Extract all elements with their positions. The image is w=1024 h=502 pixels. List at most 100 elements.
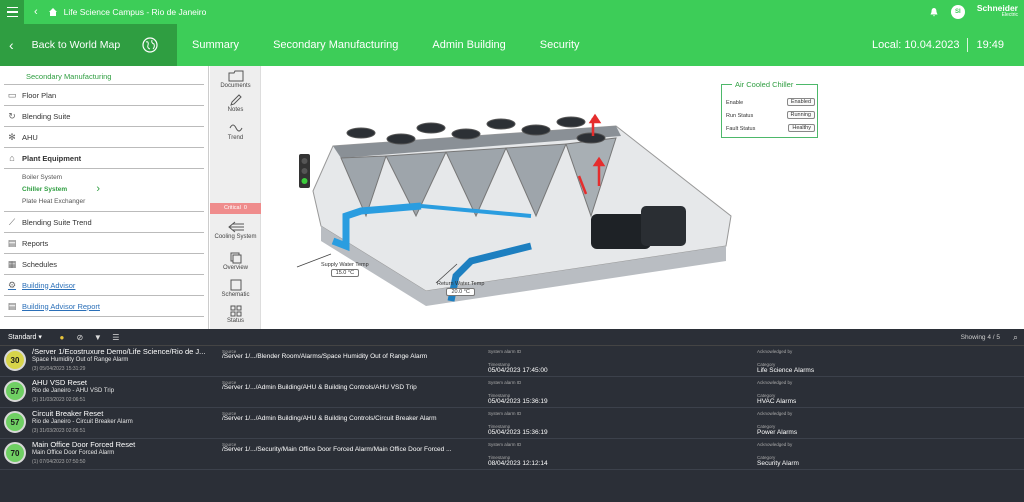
filter-icon[interactable]: ▼ (92, 331, 104, 343)
trend-button[interactable]: Trend (210, 121, 261, 141)
documents-label: Documents (220, 83, 251, 89)
alarm-panel: Standard ▾ ● ⊘ ▼ ☰ Showing 4 / 5 ⌕ 30 /S… (0, 329, 1024, 502)
schedule-icon: ▦ (7, 258, 17, 269)
square-icon (230, 279, 241, 291)
return-water-label: Return Water Temp (437, 281, 485, 287)
sidebar-subitem-boiler-system[interactable]: Boiler System (22, 172, 204, 184)
site-title: Life Science Campus - Rio de Janeiro (63, 7, 207, 17)
sidebar-item-label: Reports (22, 238, 49, 248)
sidebar-item-label: Floor Plan (22, 90, 57, 100)
sidebar-subitem-plate-heat-exchanger[interactable]: Plate Heat Exchanger (22, 196, 204, 208)
fault-status-value[interactable]: Healthy (788, 124, 815, 132)
sidebar-item-label: Plant Equipment (22, 153, 82, 163)
alarm-source: /Server 1/.../Security/Main Office Door … (222, 446, 452, 453)
back-to-world-map-button[interactable]: ‹ Back to World Map (0, 24, 177, 66)
alarm-toolbar: Standard ▾ ● ⊘ ▼ ☰ (0, 329, 1024, 346)
cooling-system-label: Cooling System (214, 234, 257, 240)
fan-icon: ✻ (8, 131, 16, 142)
sidebar-item-building-advisor-report[interactable]: ▤ Building Advisor Report (4, 296, 204, 317)
ack-label: Acknowledged by (757, 380, 793, 385)
copy-icon (230, 252, 241, 264)
alarm-source: /Server 1/.../Blender Room/Alarms/Space … (222, 353, 428, 360)
sidebar-item-label: Blending Suite (22, 111, 71, 121)
tab-secondary-manufacturing[interactable]: Secondary Manufacturing (273, 39, 398, 51)
local-time: 19:49 (976, 39, 1004, 51)
schematic-label: Schematic (221, 292, 250, 298)
critical-badge[interactable]: Critical 0 (210, 203, 261, 214)
report-icon: ▤ (7, 300, 17, 311)
view-dropdown[interactable]: Standard ▾ (8, 333, 42, 341)
sidebar: Secondary Manufacturing ▭ Floor Plan ↻ Ble… (0, 66, 209, 329)
system-id-label: System alarm ID (488, 349, 522, 354)
acknowledge-icon[interactable]: ● (56, 331, 68, 343)
tab-admin-building[interactable]: Admin Building (432, 39, 505, 51)
fault-status-row: Fault Status Healthy (726, 124, 815, 132)
priority-badge: 57 (4, 411, 26, 433)
plant-equipment-submenu: Boiler System Chiller System › Plate Heat… (4, 169, 204, 212)
alarm-meta: (3) 31/03/2023 02:06:51 (32, 397, 86, 403)
tab-security[interactable]: Security (540, 39, 580, 51)
documents-button[interactable]: Documents (210, 69, 261, 89)
enable-value[interactable]: Enabled (786, 98, 815, 106)
system-id-label: System alarm ID (488, 442, 522, 447)
chiller-title: Air Cooled Chiller (732, 80, 797, 89)
sidebar-item-floor-plan[interactable]: ▭ Floor Plan (4, 85, 204, 106)
search-icon[interactable]: ⌕ (1013, 332, 1018, 343)
divider (967, 38, 969, 52)
priority-badge: 57 (4, 380, 26, 402)
alarm-timestamp: 05/04/2023 17:45:00 (488, 367, 548, 374)
columns-icon[interactable]: ☰ (110, 331, 122, 343)
sidebar-item-blending-suite[interactable]: ↻ Blending Suite (4, 106, 204, 127)
alarm-row[interactable]: 57 AHU VSD Reset Rio de Janeiro - AHU VS… (0, 377, 1024, 408)
sidebar-item-ahu[interactable]: ✻ AHU (4, 127, 204, 148)
alarm-title: AHU VSD Reset (32, 378, 88, 387)
run-status-value[interactable]: Running (786, 111, 815, 119)
sidebar-item-building-advisor[interactable]: ⚙ Building Advisor (4, 275, 204, 296)
floor-plan-icon: ▭ (7, 89, 17, 100)
bell-icon[interactable] (929, 7, 939, 17)
sidebar-item-label: Building Advisor (22, 280, 76, 290)
sidebar-item-reports[interactable]: ▤ Reports (4, 233, 204, 254)
chevron-left-icon: ‹ (9, 37, 14, 53)
alarm-row[interactable]: 30 /Server 1/Ecostruxure Demo/Life Scien… (0, 346, 1024, 377)
view-dropdown-label: Standard (8, 334, 37, 341)
alarm-category: Security Alarm (757, 460, 799, 467)
enable-row: Enable Enabled (726, 98, 815, 106)
chevron-right-icon: › (96, 183, 100, 195)
report-icon: ▤ (7, 237, 17, 248)
sidebar-item-plant-equipment[interactable]: ⌂ Plant Equipment (4, 148, 204, 169)
cooling-system-button[interactable]: Cooling System (210, 220, 261, 240)
home-icon[interactable] (48, 7, 58, 17)
wave-icon (229, 124, 242, 132)
run-status-row: Run Status Running (726, 111, 815, 119)
notes-button[interactable]: Notes (210, 93, 261, 113)
sidebar-item-blending-suite-trend[interactable]: ⟋ Blending Suite Trend (4, 212, 204, 233)
ack-label: Acknowledged by (757, 442, 793, 447)
return-water-value: 20.0 °C (446, 288, 475, 296)
chevron-left-icon[interactable]: ‹ (34, 6, 38, 18)
sidebar-item-label: Building Advisor Report (22, 301, 100, 311)
run-status-label: Run Status (726, 113, 754, 119)
alarm-row[interactable]: 57 Circuit Breaker Reset Rio de Janeiro … (0, 408, 1024, 439)
logo-subtext: Electric (1001, 12, 1018, 18)
alarm-subtitle: Main Office Door Forced Alarm (32, 450, 115, 456)
status-button[interactable]: Status (210, 304, 261, 324)
priority-badge: 30 (4, 349, 26, 371)
sidebar-subitem-chiller-system[interactable]: Chiller System › (22, 183, 204, 196)
menu-button[interactable] (0, 0, 24, 24)
avatar[interactable]: SI (950, 5, 965, 19)
globe-icon[interactable] (142, 37, 158, 53)
block-icon[interactable]: ⊘ (74, 331, 86, 343)
chiller-unit (312, 113, 732, 306)
alarm-row[interactable]: 70 Main Office Door Forced Reset Main Of… (0, 439, 1024, 470)
sidebar-item-schedules[interactable]: ▦ Schedules (4, 254, 204, 275)
tab-summary[interactable]: Summary (192, 39, 239, 51)
schematic-button[interactable]: Schematic (210, 278, 261, 298)
supply-water-temp[interactable]: Supply Water Temp 15.0 °C (321, 262, 369, 277)
alarm-title: Main Office Door Forced Reset (32, 440, 136, 449)
folder-icon (228, 70, 243, 82)
alarm-timestamp: 05/04/2023 15:36:19 (488, 398, 548, 405)
return-water-temp[interactable]: Return Water Temp 20.0 °C (437, 281, 484, 296)
alarm-meta: (3) 05/04/2023 15:31:29 (32, 366, 86, 372)
overview-button[interactable]: Overview (210, 251, 261, 271)
